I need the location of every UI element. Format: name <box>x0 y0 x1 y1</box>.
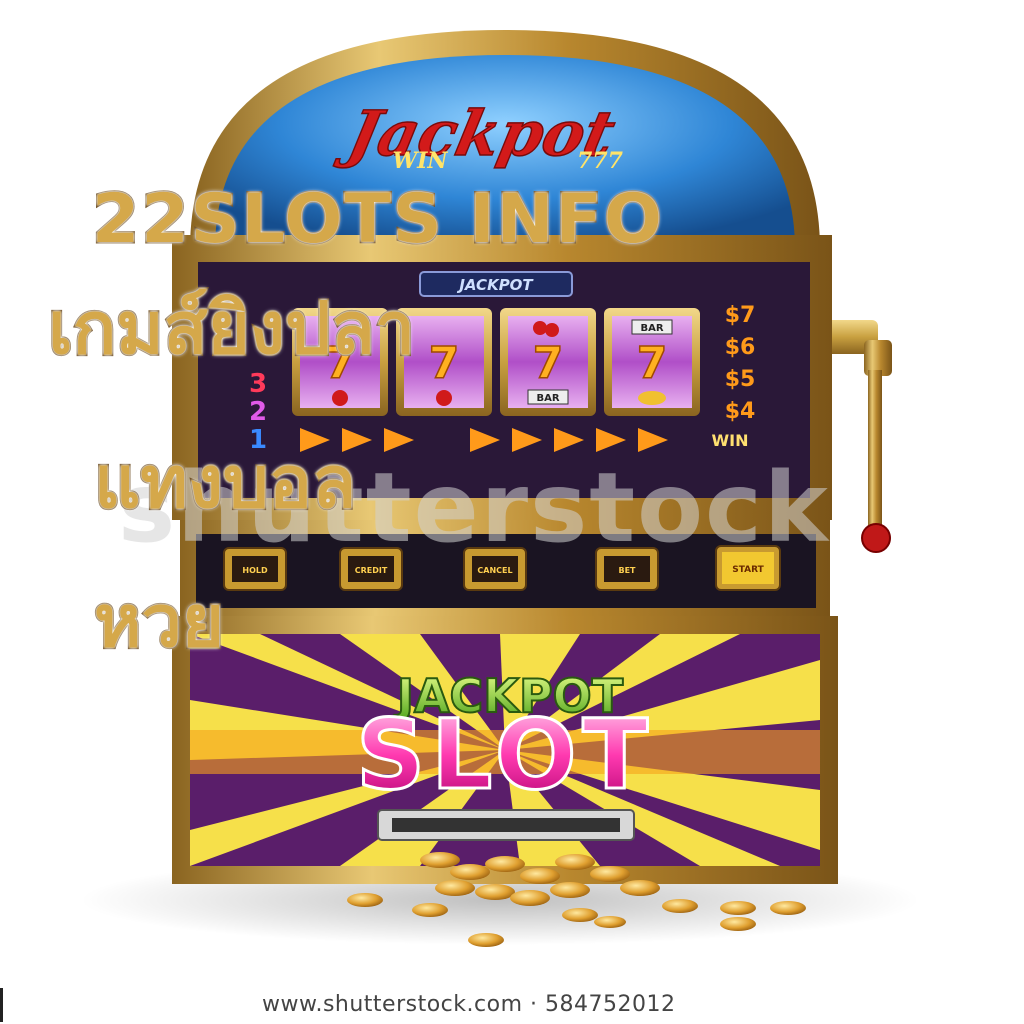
top-logo-num: 777 <box>577 148 624 174</box>
svg-text:$4: $4 <box>725 399 756 424</box>
svg-text:HOLD: HOLD <box>242 566 268 575</box>
svg-text:BAR: BAR <box>640 323 663 334</box>
menu-item-lottery[interactable]: หวย <box>92 584 225 659</box>
menu-item-fish-shooting[interactable]: เกมส์ยิงปลา <box>46 291 416 366</box>
svg-text:$6: $6 <box>725 335 756 360</box>
svg-text:BET: BET <box>618 566 636 575</box>
top-logo-sub: WIN <box>392 148 448 174</box>
site-title: 22SLOTS INFO <box>91 180 664 259</box>
reel-3: 7 BAR <box>500 308 596 416</box>
menu-item-football-betting[interactable]: แทงบอล <box>92 445 357 520</box>
svg-text:7: 7 <box>429 338 460 389</box>
handle-knob <box>861 523 891 553</box>
svg-text:START: START <box>732 565 764 575</box>
svg-text:$7: $7 <box>725 303 756 328</box>
reel-4: BAR 7 <box>604 308 700 416</box>
svg-text:7: 7 <box>637 338 668 389</box>
front-title-slot: SLOT <box>356 699 654 811</box>
handle-lever <box>868 370 882 530</box>
svg-text:7: 7 <box>533 338 564 389</box>
svg-text:BAR: BAR <box>536 393 559 404</box>
svg-text:CREDIT: CREDIT <box>355 566 388 575</box>
edge-divider <box>0 988 3 1022</box>
svg-text:CANCEL: CANCEL <box>477 566 512 575</box>
win-label: WIN <box>712 431 749 450</box>
stock-credit: www.shutterstock.com · 584752012 <box>262 992 676 1017</box>
svg-text:2: 2 <box>249 397 267 427</box>
svg-text:3: 3 <box>249 369 267 399</box>
jackpot-banner: JACKPOT <box>456 276 534 294</box>
svg-text:$5: $5 <box>725 367 756 392</box>
